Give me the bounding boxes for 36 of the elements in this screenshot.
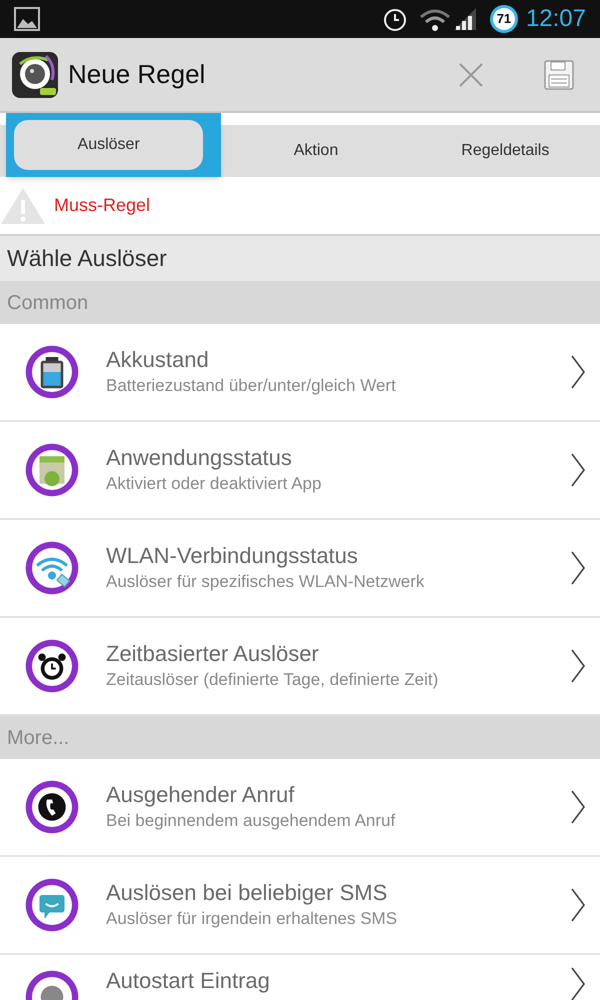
chevron-right-icon bbox=[570, 790, 586, 824]
chevron-right-icon bbox=[570, 355, 586, 389]
tab[interactable]: Aktion bbox=[221, 113, 411, 177]
section-header: More... bbox=[0, 716, 600, 759]
close-icon[interactable] bbox=[458, 62, 484, 88]
chevron-right-icon bbox=[570, 453, 586, 487]
app-logo-icon bbox=[12, 52, 58, 98]
chevron-right-icon bbox=[570, 649, 586, 683]
item-title: Akkustand bbox=[106, 346, 210, 374]
chevron-right-icon bbox=[570, 888, 586, 922]
screen-title: Neue Regel bbox=[68, 58, 206, 91]
item-title: Zeitbasierter Auslöser bbox=[106, 640, 320, 668]
signal-icon bbox=[452, 6, 478, 32]
item-title: Anwendungsstatus bbox=[106, 444, 293, 472]
list-heading: Wähle Auslöser bbox=[0, 236, 600, 281]
item-subtitle: Batteriezustand über/unter/gleich Wert bbox=[106, 375, 397, 397]
section-header: Common bbox=[0, 281, 600, 324]
alarm-icon bbox=[382, 6, 408, 32]
tab[interactable]: Auslöser bbox=[6, 113, 222, 177]
battery-badge: 71 bbox=[490, 5, 518, 33]
item-title: Ausgehender Anruf bbox=[106, 781, 296, 809]
image-icon bbox=[14, 7, 40, 31]
item-title: Autostart Eintrag bbox=[106, 967, 271, 995]
tab[interactable]: Regeldetails bbox=[410, 113, 600, 177]
item-title: WLAN-Verbindungsstatus bbox=[106, 542, 359, 570]
item-subtitle: Zeitauslöser (definierte Tage, definierte Zeit) bbox=[106, 669, 440, 691]
item-subtitle: Auslöser für spezifisches WLAN-Netzwerk bbox=[106, 571, 426, 593]
warning-text: Muss-Regel bbox=[54, 194, 150, 217]
item-subtitle: Auslöser für irgendein erhaltenes SMS bbox=[106, 908, 398, 930]
chevron-right-icon bbox=[570, 551, 586, 585]
save-icon[interactable] bbox=[544, 60, 574, 90]
chevron-right-icon bbox=[570, 967, 586, 1000]
clock: 12:07 bbox=[526, 4, 586, 34]
item-subtitle: Aktiviert oder deaktiviert App bbox=[106, 473, 322, 495]
item-subtitle: Bei beginnendem ausgehendem Anruf bbox=[106, 810, 396, 832]
item-title: Auslösen bei beliebiger SMS bbox=[106, 879, 388, 907]
